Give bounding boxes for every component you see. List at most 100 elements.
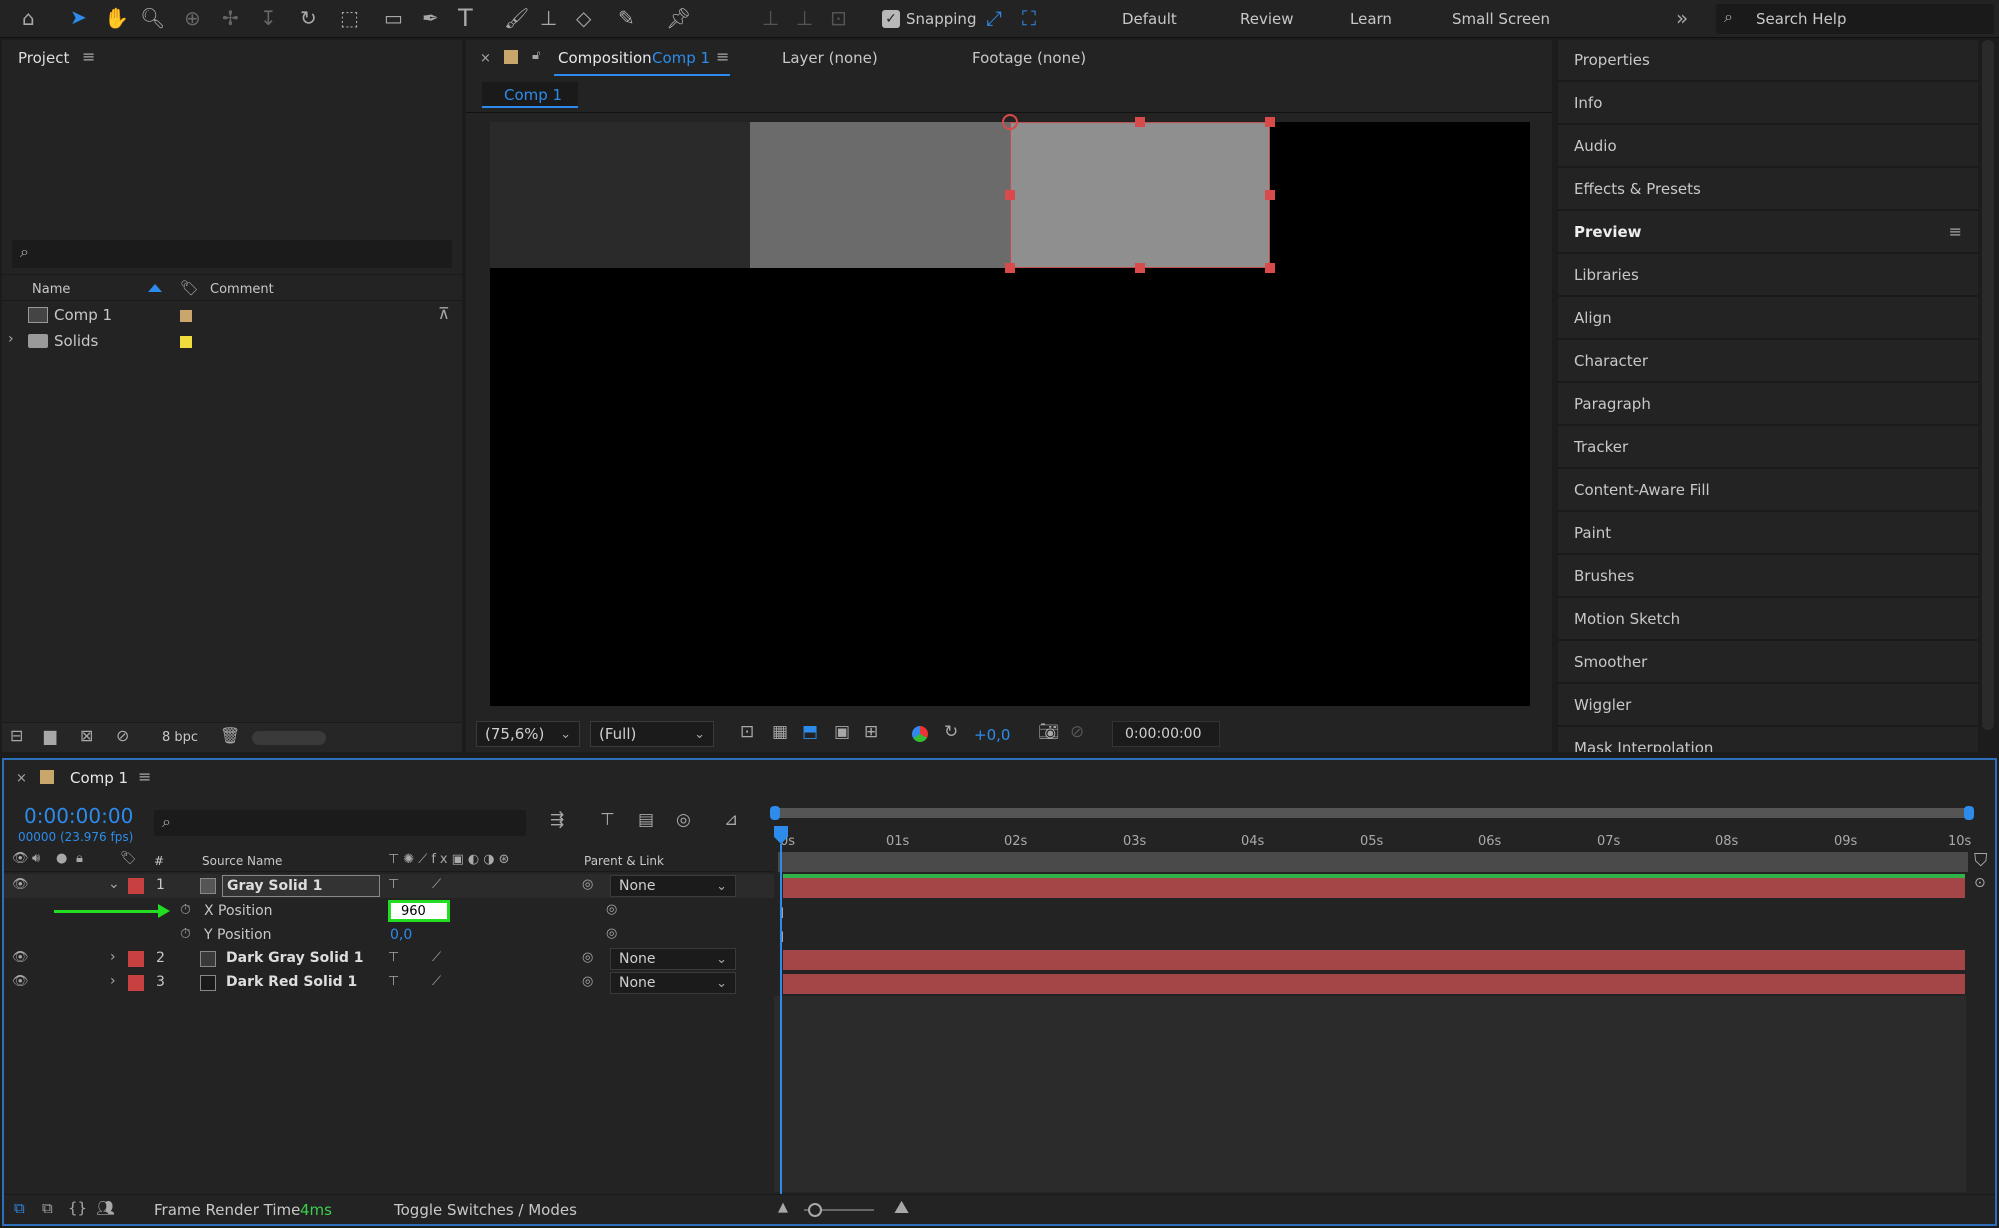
pen-tool-icon[interactable]: ✒ — [422, 8, 439, 28]
eraser-tool-icon[interactable]: ◇ — [576, 8, 591, 28]
pan-camera-icon[interactable]: ✢ — [222, 8, 239, 28]
toggle-switches-modes-button[interactable]: Toggle Switches / Modes — [394, 1201, 577, 1219]
transform-handle[interactable] — [1135, 117, 1145, 127]
dark-gray-solid[interactable] — [750, 122, 1010, 268]
render-time-icon[interactable]: 👥︎ — [96, 1201, 115, 1216]
composition-menu-icon[interactable]: ≡ — [716, 49, 729, 65]
panel-properties[interactable]: Properties — [1558, 40, 1978, 82]
dolly-camera-icon[interactable]: ↧ — [260, 8, 277, 28]
close-icon[interactable]: × — [480, 52, 491, 65]
transform-handle[interactable] — [1135, 263, 1145, 273]
quality-switch-icon[interactable]: ⟋ — [432, 951, 441, 964]
hand-tool-icon[interactable]: ✋ — [104, 8, 129, 28]
layer-row[interactable]: 👁︎ › 3 Dark Red Solid 1 ⊤ ⟋ ◎ None ⌄ — [4, 971, 774, 995]
layer-name[interactable]: Dark Gray Solid 1 — [226, 950, 364, 966]
layer-name[interactable]: Dark Red Solid 1 — [226, 974, 357, 990]
property-row-x-position[interactable]: ⏱︎ X Position 960 ◎ — [4, 899, 774, 923]
pan-behind-icon[interactable]: ⬚ — [340, 8, 359, 28]
transfer-controls-icon[interactable]: ⧉ — [42, 1201, 53, 1216]
panel-motion-sketch[interactable]: Motion Sketch — [1558, 599, 1978, 641]
expression-pick-whip-icon[interactable]: ◎ — [606, 903, 617, 916]
gray-solid[interactable] — [1010, 122, 1270, 268]
viewer-timecode[interactable]: 0:00:00:00 — [1112, 721, 1220, 747]
workspace-review[interactable]: Review — [1240, 10, 1294, 28]
region-of-interest-icon[interactable]: ▣ — [834, 724, 850, 741]
timeline-search-input[interactable]: ⌕ — [154, 810, 526, 836]
zoom-out-icon[interactable]: ▲ — [778, 1201, 788, 1214]
panel-smoother[interactable]: Smoother — [1558, 642, 1978, 684]
stopwatch-icon[interactable]: ⏱︎ — [180, 903, 191, 917]
parent-dropdown[interactable]: None ⌄ — [610, 875, 736, 897]
lock-icon[interactable]: 🔒︎ — [76, 852, 83, 865]
shy-switch-icon[interactable]: ⊤ — [388, 878, 399, 891]
panel-libraries[interactable]: Libraries — [1558, 255, 1978, 297]
brush-tool-icon[interactable]: 🖌︎ — [504, 8, 529, 28]
panel-align[interactable]: Align — [1558, 298, 1978, 340]
interpret-footage-icon[interactable]: ⊟ — [10, 728, 23, 744]
parent-pick-whip-icon[interactable]: ◎ — [582, 975, 593, 988]
tab-composition-name[interactable]: Comp 1 — [652, 49, 710, 67]
time-ruler[interactable]: 0s 01s 02s 03s 04s 05s 06s 07s 08s 09s 1… — [774, 820, 1974, 856]
bpc-button[interactable]: 8 bpc — [162, 730, 198, 745]
axis-local-icon[interactable]: ⊥ — [762, 8, 779, 28]
workspace-small-screen[interactable]: Small Screen — [1452, 10, 1550, 28]
panel-character[interactable]: Character — [1558, 341, 1978, 383]
current-time-display[interactable]: 0:00:00:00 — [24, 804, 133, 828]
expand-chevron-icon[interactable]: › — [110, 949, 116, 965]
layer-row[interactable]: 👁︎ ⌄ 1 Gray Solid 1 ⊤ ⟋ ◎ None ⌄ — [4, 874, 774, 898]
new-composition-icon[interactable]: ⊠ — [80, 728, 93, 744]
draft-3d-icon[interactable]: ⊤ — [600, 812, 615, 829]
camera-snapshot-icon[interactable]: 📷︎ — [1038, 724, 1060, 741]
layer-switches-icon[interactable]: ⧉ — [14, 1201, 25, 1216]
timeline-title[interactable]: Comp 1 — [70, 769, 128, 787]
close-icon[interactable]: × — [16, 772, 27, 785]
type-tool-icon[interactable]: T — [458, 6, 473, 30]
label-color-swatch[interactable] — [128, 975, 144, 991]
reset-exposure-icon[interactable]: ↻ — [944, 724, 958, 741]
panel-tracker[interactable]: Tracker — [1558, 427, 1978, 469]
transform-handle[interactable] — [1265, 190, 1275, 200]
expression-pick-whip-icon[interactable]: ◎ — [606, 927, 617, 940]
expand-chevron-icon[interactable]: › — [110, 973, 116, 989]
thumbnail-slider[interactable] — [252, 731, 326, 745]
anchor-point-icon[interactable] — [1002, 114, 1018, 130]
stopwatch-icon[interactable]: ⏱︎ — [180, 927, 191, 941]
more-workspaces-icon[interactable]: » — [1676, 8, 1688, 28]
comp-subtab[interactable]: Comp 1 — [482, 82, 578, 108]
orbit-camera-icon[interactable]: ⊕ — [184, 8, 201, 28]
roto-brush-icon[interactable]: ✎ — [618, 8, 635, 28]
panel-paragraph[interactable]: Paragraph — [1558, 384, 1978, 426]
tab-layer[interactable]: Layer (none) — [782, 49, 878, 67]
snap-features-icon[interactable]: ⛶ — [1022, 8, 1036, 28]
playhead-line[interactable] — [780, 844, 782, 1196]
frame-blending-icon[interactable]: ▤ — [638, 812, 654, 829]
motion-blur-icon[interactable]: ◎ — [676, 812, 691, 829]
zoom-slider-knob[interactable] — [808, 1203, 822, 1217]
shy-switch-icon[interactable]: ⊤ — [388, 951, 399, 964]
selection-tool-icon[interactable]: ➤ — [70, 7, 87, 27]
show-snapshot-icon[interactable]: ⊘ — [1070, 724, 1084, 741]
work-area-end-handle[interactable] — [1964, 806, 1974, 820]
x-position-value-field[interactable]: 960 — [388, 900, 450, 922]
snap-edges-icon[interactable]: ⤢ — [986, 8, 1002, 28]
new-folder-icon[interactable]: ▆ — [44, 728, 56, 744]
panel-wiggler[interactable]: Wiggler — [1558, 685, 1978, 727]
eye-icon[interactable]: 👁︎ — [12, 852, 29, 865]
snapping-checkbox[interactable]: ✓ — [882, 10, 900, 28]
layer-duration-bar[interactable] — [783, 950, 1965, 970]
rotation-tool-icon[interactable]: ↻ — [300, 8, 317, 28]
label-color-swatch[interactable] — [180, 336, 192, 348]
transparency-grid-icon[interactable]: ▦ — [772, 724, 788, 741]
work-area-bar[interactable] — [774, 808, 1974, 818]
home-icon[interactable]: ⌂ — [22, 8, 35, 28]
project-item-folder[interactable]: › Solids — [2, 328, 462, 354]
axis-world-icon[interactable]: ⊥ — [796, 8, 813, 28]
chevron-right-icon[interactable]: › — [8, 331, 14, 347]
panel-preview[interactable]: Preview ≡ — [1558, 212, 1978, 254]
trash-icon[interactable]: 🗑︎ — [220, 728, 240, 744]
label-color-swatch[interactable] — [128, 951, 144, 967]
label-column-icon[interactable]: 🏷︎ — [120, 852, 137, 865]
panel-info[interactable]: Info — [1558, 83, 1978, 125]
exposure-value[interactable]: +0,0 — [974, 726, 1010, 744]
grid-guides-icon[interactable]: ⊞ — [864, 724, 878, 741]
